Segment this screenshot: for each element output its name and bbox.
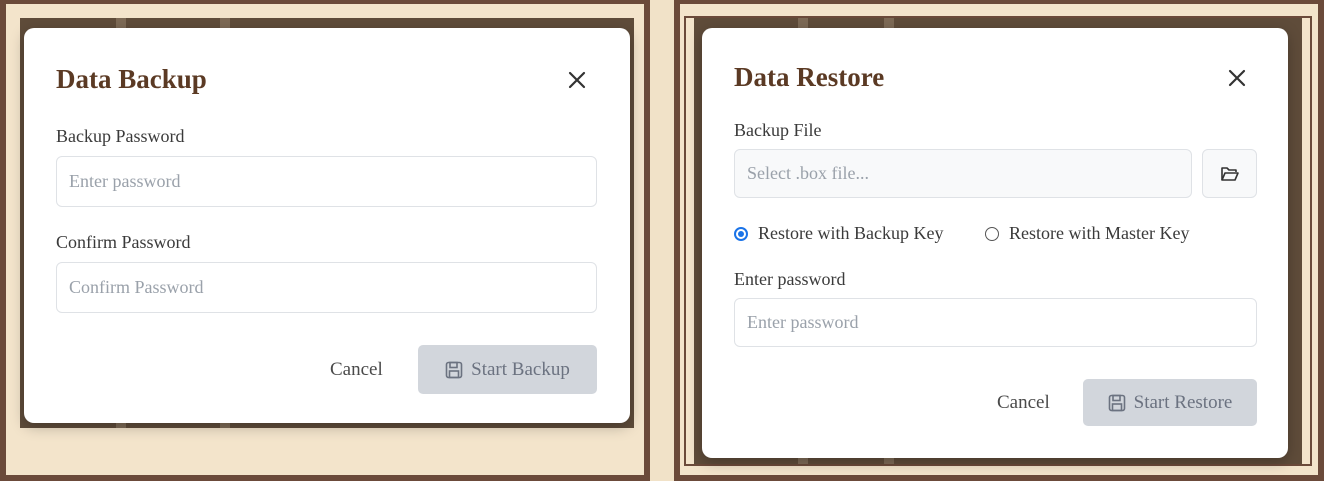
radio-label: Restore with Master Key <box>1009 223 1190 243</box>
restore-dialog: Data Restore Backup File Restore with Ba… <box>702 28 1288 458</box>
backup-file-input[interactable] <box>734 149 1192 198</box>
close-icon <box>1228 69 1246 87</box>
restore-panel: Data Restore Backup File Restore with Ba… <box>674 0 1324 481</box>
backup-panel: Data Backup Backup Password Confirm Pass… <box>0 0 650 481</box>
confirm-password-input[interactable] <box>56 262 597 313</box>
confirm-password-label: Confirm Password <box>56 232 191 252</box>
start-backup-label: Start Backup <box>471 358 570 380</box>
close-button[interactable] <box>1223 64 1251 92</box>
backup-dialog: Data Backup Backup Password Confirm Pass… <box>24 28 630 423</box>
close-icon <box>568 71 586 89</box>
start-restore-label: Start Restore <box>1133 391 1233 413</box>
backup-password-label: Backup Password <box>56 126 185 146</box>
restore-password-input[interactable] <box>734 298 1257 347</box>
cancel-button[interactable]: Cancel <box>997 392 1050 414</box>
save-icon <box>1108 394 1125 411</box>
close-button[interactable] <box>563 66 591 94</box>
save-icon <box>445 361 463 378</box>
radio-label: Restore with Backup Key <box>758 223 944 243</box>
radio-button[interactable] <box>985 226 999 241</box>
start-backup-button[interactable]: Start Backup <box>418 345 597 394</box>
browse-file-button[interactable] <box>1202 149 1257 198</box>
backup-password-input[interactable] <box>56 156 597 207</box>
radio-button[interactable] <box>734 226 748 241</box>
start-restore-button[interactable]: Start Restore <box>1083 379 1257 426</box>
backup-file-label: Backup File <box>734 120 822 140</box>
dialog-title: Data Backup <box>56 64 207 94</box>
cancel-button[interactable]: Cancel <box>330 359 383 381</box>
restore-password-label: Enter password <box>734 269 846 289</box>
folder-open-icon <box>1220 166 1239 181</box>
dialog-title: Data Restore <box>734 62 885 92</box>
radio-backup-key[interactable]: Restore with Backup Key <box>734 223 943 244</box>
radio-master-key[interactable]: Restore with Master Key <box>985 223 1189 244</box>
